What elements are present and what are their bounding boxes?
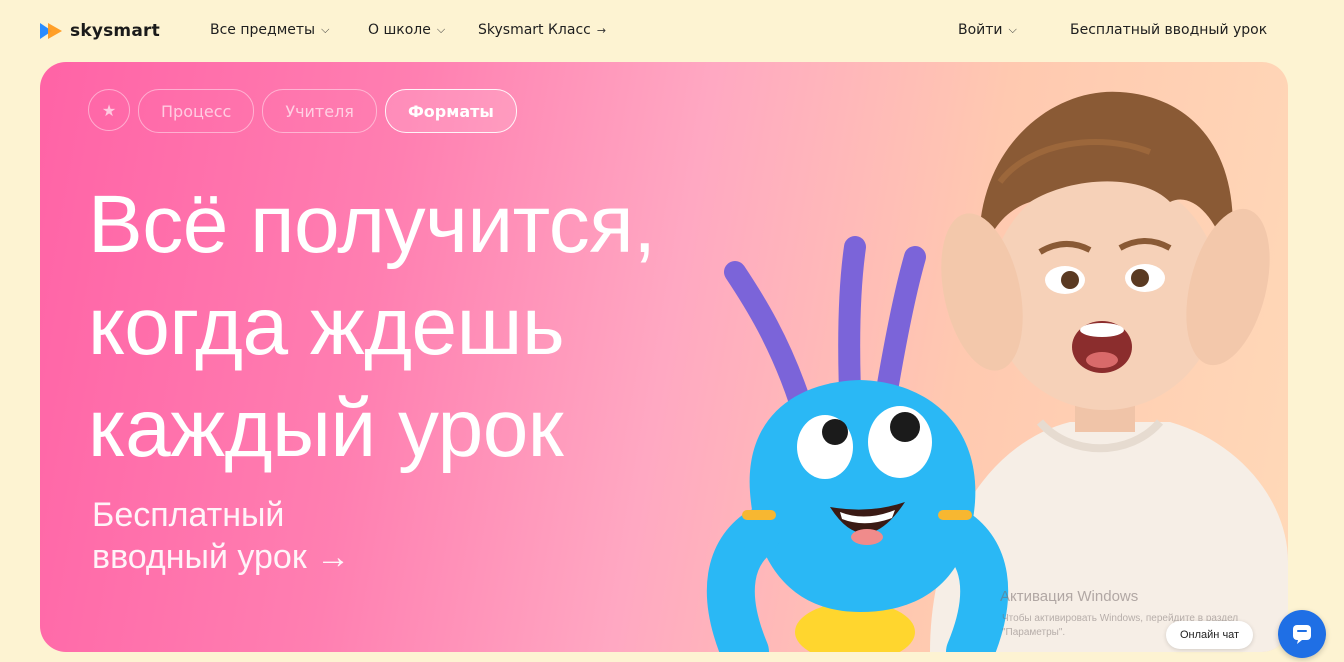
chevron-down-icon: ⌵ [436,23,446,36]
nav-about-school[interactable]: О школе ⌵ [368,22,445,38]
free-lesson-link[interactable]: Бесплатный вводный урок [1070,22,1267,38]
arrow-right-icon: → [596,23,607,37]
tab-process[interactable]: Процесс [138,89,255,133]
hero-headline: Всё получится, когда ждешь каждый урок [88,174,656,480]
tab-formats[interactable]: Форматы [384,89,517,133]
nav-all-subjects[interactable]: Все предметы ⌵ [210,22,329,38]
hero-tabs: ★ Процесс Учителя Форматы [88,89,517,133]
mascot-illustration [706,236,1009,652]
headline-line-2: когда ждешь [88,281,565,372]
login-button[interactable]: Войти ⌵ [958,22,1017,38]
nav-skysmart-class[interactable]: Skysmart Класс → [478,22,606,38]
nav-about-school-label: О школе [368,22,431,38]
tab-teachers[interactable]: Учителя [262,89,377,133]
free-lesson-label: Бесплатный вводный урок [1070,22,1268,38]
tab-process-label: Процесс [161,101,232,121]
cta-line-1: Бесплатный [92,496,285,534]
online-chat-label[interactable]: Онлайн чат [1166,621,1254,649]
logo-icon [40,23,62,39]
chat-icon [1293,625,1311,644]
chat-button[interactable] [1278,610,1326,658]
windows-activation-title: Активация Windows [1000,588,1139,605]
nav-all-subjects-label: Все предметы [210,22,316,38]
star-icon: ★ [101,100,117,120]
login-label: Войти [958,22,1003,38]
tab-formats-label: Форматы [407,101,494,121]
headline-line-3: каждый урок [88,383,564,474]
hero-banner: ★ Процесс Учителя Форматы Всё получится,… [40,62,1288,652]
logo[interactable]: skysmart [40,18,160,44]
chevron-down-icon: ⌵ [1008,23,1017,36]
tab-star[interactable]: ★ [88,89,130,131]
cta-line-2: вводный урок → [92,538,351,576]
top-nav: skysmart Все предметы ⌵ О школе ⌵ Skysma… [0,0,1344,62]
nav-skysmart-class-label: Skysmart Класс [478,22,591,38]
chevron-down-icon: ⌵ [321,23,330,36]
tab-teachers-label: Учителя [285,101,354,121]
logo-text: skysmart [70,21,160,41]
free-lesson-cta[interactable]: Бесплатный вводный урок → [92,494,350,578]
headline-line-1: Всё получится, [88,179,656,270]
